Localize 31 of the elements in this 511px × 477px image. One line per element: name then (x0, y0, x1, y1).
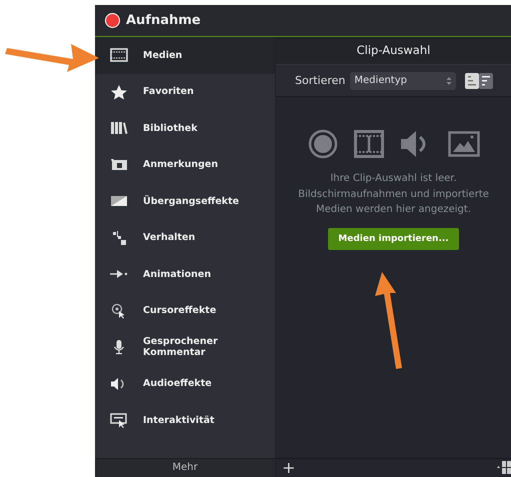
film-icon (354, 130, 384, 158)
sidebar-item[interactable]: Cursoreffekte (95, 292, 275, 329)
record-icon (105, 13, 120, 28)
sidebar-item[interactable]: Übergangseffekte (95, 183, 275, 220)
record-icon (308, 129, 338, 159)
sidebar-item[interactable]: Interaktivität (95, 402, 275, 438)
sort-dropdown[interactable]: Medientyp (350, 72, 456, 90)
interactive-icon (109, 412, 129, 428)
callout-icon (109, 156, 129, 173)
sidebar-item[interactable]: Bibliothek (95, 110, 275, 146)
import-media-button[interactable]: Medien importieren... (328, 228, 459, 250)
stepper-icon (446, 76, 452, 86)
sidebar-item[interactable]: Favoriten (95, 74, 275, 110)
more-button[interactable]: Mehr (95, 458, 275, 477)
star-icon (109, 84, 129, 100)
books-icon (109, 120, 129, 136)
sidebar-item[interactable]: Audioeffekte (95, 366, 275, 402)
film-icon (109, 47, 129, 64)
grid-view-icon[interactable] (497, 461, 511, 475)
add-button[interactable]: + (282, 460, 296, 476)
sidebar-item[interactable]: Anmerkungen (95, 146, 275, 183)
window-title: Aufnahme (126, 13, 201, 28)
view-toggle[interactable] (465, 72, 494, 88)
sidebar-item[interactable]: Gesprochener Kommentar (95, 329, 275, 366)
image-icon (448, 131, 480, 157)
empty-message: Ihre Clip-Auswahl ist leer. Bildschirmaufnahmen und importierte Medien werden hier angezeigt. (297, 172, 490, 217)
sidebar-item[interactable]: Verhalten (95, 220, 275, 256)
sort-label: Sortieren (295, 74, 346, 87)
sidebar-item[interactable]: Medien (95, 37, 275, 74)
panel-title: Clip-Auswahl (276, 37, 511, 64)
sidebar-item[interactable]: Animationen (95, 256, 275, 292)
